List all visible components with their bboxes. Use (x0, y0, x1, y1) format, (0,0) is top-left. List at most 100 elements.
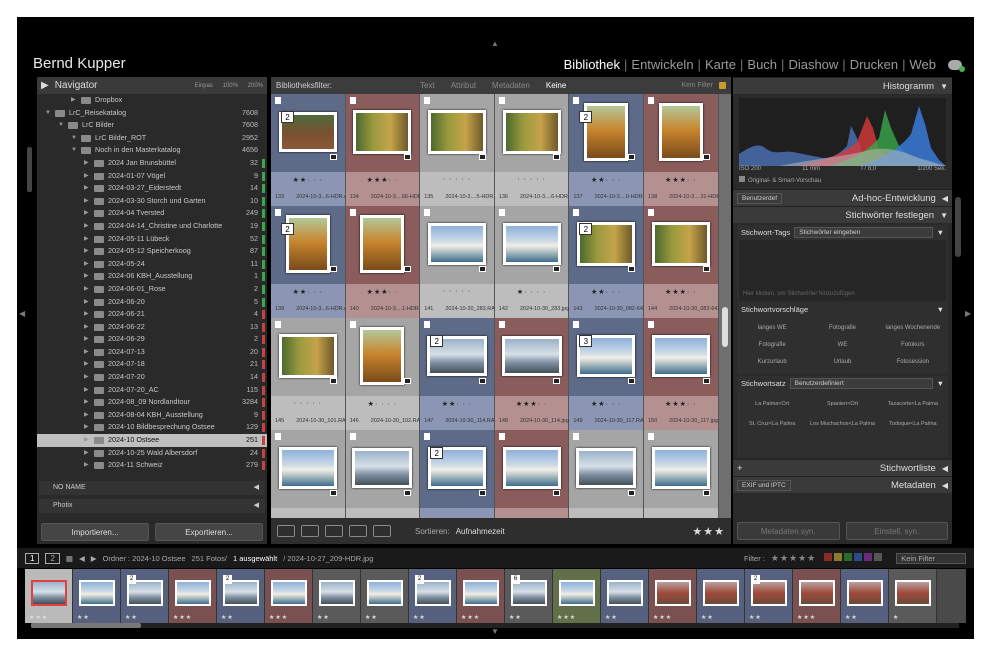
sort-select[interactable]: Aufnahmezeit (456, 527, 505, 536)
disclosure-triangle-icon[interactable]: ▶ (84, 396, 89, 409)
disclosure-triangle-icon[interactable]: ▶ (84, 157, 89, 170)
folder-row[interactable]: ▶ 2024-06-29 2 (37, 333, 267, 346)
page-1-button[interactable]: 1 (25, 552, 40, 564)
filmstrip-thumbnail[interactable] (654, 580, 691, 606)
bottom-panel-toggle-icon[interactable]: ▼ (491, 627, 499, 636)
forward-arrow-icon[interactable]: ▶ (91, 554, 97, 563)
flag-icon[interactable] (498, 97, 505, 104)
disclosure-triangle-icon[interactable]: ▶ (71, 94, 76, 107)
disclosure-triangle-icon[interactable]: ▶ (84, 283, 89, 296)
photo-thumbnail[interactable] (278, 447, 337, 489)
survey-view-icon[interactable] (349, 525, 367, 537)
edit-badge-icon[interactable] (702, 154, 710, 160)
filmstrip-cell[interactable]: ★★★ (169, 569, 217, 623)
flag-icon[interactable] (424, 97, 431, 104)
color-label-swatch[interactable] (864, 553, 873, 561)
cell-rating[interactable]: ★· · · · (346, 400, 420, 408)
filmstrip-cell[interactable]: ★★★ (25, 569, 73, 623)
navigator-zoom-1[interactable]: 100% (223, 83, 238, 89)
import-button[interactable]: Importieren... (41, 523, 149, 541)
keyword-set-item[interactable]: La Palma<Ort (737, 394, 807, 414)
edit-badge-icon[interactable] (329, 266, 337, 272)
disclosure-triangle-icon[interactable]: ▶ (84, 371, 89, 384)
filter-attribut[interactable]: Attribut (443, 81, 484, 90)
stack-count-badge[interactable]: 2 (579, 111, 593, 123)
disclosure-triangle-icon[interactable]: ▶ (84, 447, 89, 460)
flag-icon[interactable] (498, 321, 505, 328)
filmstrip-cell[interactable]: ★★ (73, 569, 121, 623)
keyword-set-item[interactable]: Los Muchachos<La Palma (807, 414, 877, 434)
disclosure-triangle-icon[interactable]: ▶ (84, 346, 89, 359)
flag-icon[interactable] (349, 321, 356, 328)
grid-cell[interactable]: 156 (643, 430, 719, 518)
folder-row[interactable]: ▶ 2024-11 Schweiz 279 (37, 459, 267, 472)
disclosure-triangle-icon[interactable]: ▶ (84, 270, 89, 283)
disclosure-triangle-icon[interactable]: ▶ (84, 409, 89, 422)
flag-icon[interactable] (349, 433, 356, 440)
stack-count-badge[interactable]: 2 (281, 223, 294, 235)
quick-develop-header[interactable]: Benutzerdef Ad-hoc-Entwicklung ◀ (733, 189, 952, 206)
left-scrollbar[interactable] (27, 147, 32, 192)
cell-rating[interactable]: · · · · · (495, 176, 569, 183)
filmstrip-cell[interactable]: ★★ (697, 569, 745, 623)
folder-row[interactable]: ▶ 2024-03-30 Storch und Garten 10 (37, 195, 267, 208)
photo-thumbnail[interactable] (427, 110, 486, 154)
disclosure-triangle-icon[interactable]: ▶ (84, 384, 89, 397)
navigator-zoom-options[interactable]: Einpas 100% 200% (195, 83, 263, 89)
folder-row[interactable]: ▼ Noch in den Masterkatalog 4656 (37, 144, 267, 157)
filmstrip-cell[interactable]: ★★★ (649, 569, 697, 623)
cell-rating[interactable]: ★★★· · (346, 176, 420, 184)
right-scrollbar[interactable] (955, 197, 961, 257)
flag-icon[interactable] (647, 97, 654, 104)
edit-badge-icon[interactable] (404, 378, 412, 384)
disclosure-triangle-icon[interactable]: ▶ (84, 170, 89, 183)
filmstrip-cell[interactable]: 2 ★★ (409, 569, 457, 623)
navigator-header[interactable]: ▶ Navigator Einpas 100% 200% (37, 77, 267, 94)
edit-badge-icon[interactable] (478, 378, 486, 384)
photo-thumbnail[interactable] (502, 447, 561, 489)
keyword-set-item[interactable]: Todoque<La Palma (878, 414, 948, 434)
filmstrip-cell[interactable]: ★ (889, 569, 937, 623)
flag-icon[interactable] (275, 321, 281, 328)
cell-rating[interactable]: ★· · · · (495, 288, 569, 296)
sync-metadata-button[interactable]: Metadaten syn. (737, 522, 840, 540)
photo-thumbnail[interactable] (502, 110, 561, 154)
grid-scrollbar[interactable] (722, 307, 728, 347)
disclosure-triangle-icon[interactable]: ▼ (58, 119, 64, 132)
flag-icon[interactable] (424, 433, 431, 440)
grid-cell[interactable]: ★· · · · 142 2024-10-30_283.jpg (494, 206, 570, 318)
folder-row[interactable]: ▶ 2024-06-22 13 (37, 321, 267, 334)
compare-view-icon[interactable] (325, 525, 343, 537)
navigator-zoom-2[interactable]: 200% (248, 83, 263, 89)
filter-keine[interactable]: Keine (538, 81, 574, 90)
keyword-suggestion[interactable]: Fotografie (737, 337, 807, 354)
photo-thumbnail[interactable] (651, 335, 710, 377)
edit-badge-icon[interactable] (627, 154, 635, 160)
filmstrip-thumbnail[interactable] (606, 580, 643, 606)
filmstrip-cell[interactable]: ★★ (361, 569, 409, 623)
disclosure-triangle-icon[interactable]: ▼ (71, 144, 77, 157)
keyword-suggestion[interactable]: Fotokurs (878, 337, 948, 354)
photo-thumbnail[interactable] (501, 336, 562, 376)
grid-cell[interactable]: 152 (345, 430, 421, 518)
filmstrip-cell[interactable]: ★★ (841, 569, 889, 623)
filmstrip-cell[interactable]: ★★★ (265, 569, 313, 623)
lock-icon[interactable] (719, 82, 726, 89)
color-label-swatch[interactable] (874, 553, 883, 561)
flag-icon[interactable] (573, 321, 580, 328)
disclosure-triangle-icon[interactable]: ▶ (84, 459, 89, 472)
grid-cell[interactable]: · · · · · 141 2024-10-30_283.RAF (420, 206, 498, 318)
edit-badge-icon[interactable] (329, 378, 337, 384)
module-bibliothek[interactable]: Bibliothek (560, 57, 624, 72)
edit-badge-icon[interactable] (478, 266, 486, 272)
cell-rating[interactable]: ★★★· · (644, 288, 718, 296)
photo-thumbnail[interactable] (651, 447, 710, 489)
cell-rating[interactable]: ★★★· · (346, 288, 420, 296)
disclosure-triangle-icon[interactable]: ▶ (84, 245, 89, 258)
filmstrip-cell[interactable]: ★★ (601, 569, 649, 623)
stack-count-badge[interactable]: 2 (751, 575, 760, 584)
grid-cell[interactable]: 154 (494, 430, 570, 518)
photo-thumbnail[interactable] (360, 215, 405, 273)
grid-cell[interactable]: 155 (569, 430, 644, 518)
keyword-suggestion[interactable]: langes WE (737, 320, 807, 337)
